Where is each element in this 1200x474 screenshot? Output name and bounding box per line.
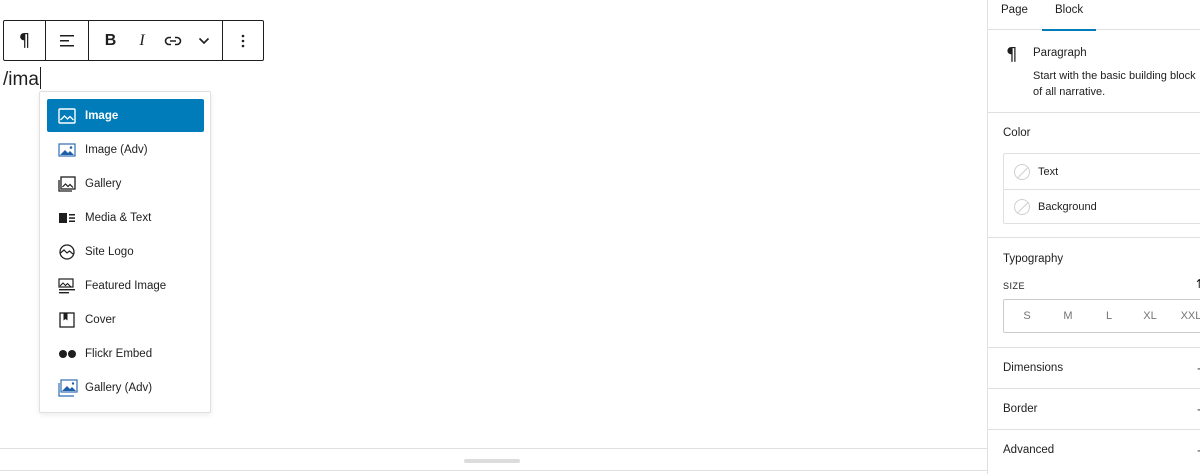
inserter-item-label: Featured Image [85, 279, 167, 292]
panel-dimensions[interactable]: Dimensions + [988, 348, 1200, 388]
color-item-label: Background [1038, 201, 1097, 213]
inserter-item-image[interactable]: Image [47, 99, 204, 132]
image-icon [58, 107, 84, 124]
inserter-item-flickr-embed[interactable]: Flickr Embed [47, 337, 204, 370]
editor-bottom-divider [0, 448, 987, 449]
link-button[interactable] [155, 21, 191, 60]
paragraph-icon: ¶ [18, 30, 31, 51]
inserter-item-label: Image [85, 109, 119, 122]
font-size-l[interactable]: L [1094, 300, 1124, 332]
inserter-item-label: Gallery [85, 177, 122, 190]
italic-icon: I [139, 31, 145, 49]
options-button[interactable] [223, 21, 263, 60]
toolbar-group-align [45, 21, 88, 60]
section-divider [988, 237, 1200, 238]
font-size-label: SIZE [1003, 281, 1026, 291]
inserter-item-media-text[interactable]: Media & Text [47, 201, 204, 234]
inserter-item-featured-image[interactable]: Featured Image [47, 269, 204, 302]
panel-border[interactable]: Border + [988, 389, 1200, 429]
panel-advanced[interactable]: Advanced + [988, 430, 1200, 470]
tab-block[interactable]: Block [1042, 0, 1096, 31]
font-size-picker: S M L XL XXL [1003, 299, 1200, 333]
inserter-item-label: Media & Text [85, 211, 152, 224]
chevron-down-icon [198, 37, 210, 44]
more-formats-button[interactable] [191, 21, 217, 60]
panel-title: Border [1003, 403, 1038, 415]
align-button[interactable] [46, 21, 88, 60]
inserter-item-gallery-adv[interactable]: Gallery (Adv) [47, 371, 204, 404]
color-settings: Text Background [1003, 153, 1200, 224]
block-inserter-popover: Image Image (Adv) Gallery Media & Text S… [39, 91, 211, 413]
image-adv-icon [58, 142, 84, 158]
sidebar-tabs: Page Block [988, 0, 1200, 31]
site-logo-icon [58, 243, 84, 260]
block-card: ¶ Paragraph Start with the basic buildin… [988, 31, 1200, 113]
paragraph-text: /ima [3, 69, 39, 90]
inserter-item-site-logo[interactable]: Site Logo [47, 235, 204, 268]
block-toolbar: ¶ B I [3, 20, 264, 61]
inserter-item-label: Cover [85, 313, 116, 326]
block-description: Start with the basic building block of a… [1033, 68, 1200, 100]
color-item-label: Text [1038, 165, 1059, 178]
inserter-item-gallery[interactable]: Gallery [47, 167, 204, 200]
bold-icon: B [104, 31, 117, 49]
empty-swatch-icon [1014, 199, 1030, 215]
inserter-item-label: Image (Adv) [85, 143, 148, 156]
align-left-icon [60, 34, 74, 46]
color-panel-title: Color [1003, 127, 1031, 139]
featured-image-icon [58, 277, 84, 294]
font-size-m[interactable]: M [1053, 300, 1083, 332]
font-size-xxl[interactable]: XXL [1176, 300, 1200, 332]
resize-handle[interactable] [464, 459, 520, 463]
vertical-ellipsis-icon [241, 34, 245, 47]
inserter-item-cover[interactable]: Cover [47, 303, 204, 336]
inserter-item-label: Flickr Embed [85, 347, 153, 360]
italic-button[interactable]: I [129, 21, 155, 60]
font-size-custom-icon[interactable]: ⇅ [1196, 277, 1200, 291]
cover-icon [58, 311, 84, 328]
paragraph-icon: ¶ [1006, 44, 1018, 65]
block-description-line: of all narrative. [1033, 86, 1106, 98]
block-title: Paragraph [1033, 47, 1087, 59]
font-size-s[interactable]: S [1012, 300, 1042, 332]
block-description-line: Start with the basic building block [1033, 70, 1196, 82]
font-size-xl[interactable]: XL [1135, 300, 1165, 332]
empty-swatch-icon [1014, 163, 1030, 180]
paragraph-editor[interactable]: /ima [3, 67, 41, 92]
panel-title: Dimensions [1003, 362, 1064, 374]
toolbar-group-options [222, 21, 263, 60]
typography-panel-title: Typography [1003, 253, 1064, 265]
gallery-adv-icon [58, 378, 84, 397]
media-text-icon [58, 210, 84, 226]
panel-title: Advanced [1003, 444, 1055, 456]
link-icon [164, 36, 182, 45]
settings-sidebar: Page Block ¶ Paragraph Start with the ba… [987, 0, 1200, 474]
flickr-icon [58, 346, 84, 362]
color-item-text[interactable]: Text [1004, 154, 1200, 189]
inserter-item-label: Gallery (Adv) [85, 381, 153, 394]
bold-button[interactable]: B [92, 21, 129, 60]
gallery-icon [58, 175, 84, 192]
inserter-item-label: Site Logo [85, 245, 134, 258]
toolbar-group-block-type: ¶ [4, 21, 45, 60]
toolbar-group-format: B I [88, 21, 222, 60]
color-item-background[interactable]: Background [1004, 189, 1200, 224]
inserter-item-image-adv[interactable]: Image (Adv) [47, 133, 204, 166]
block-type-button[interactable]: ¶ [4, 21, 45, 60]
tab-page[interactable]: Page [1001, 0, 1028, 30]
footer-divider [0, 470, 987, 471]
text-caret [39, 67, 41, 89]
